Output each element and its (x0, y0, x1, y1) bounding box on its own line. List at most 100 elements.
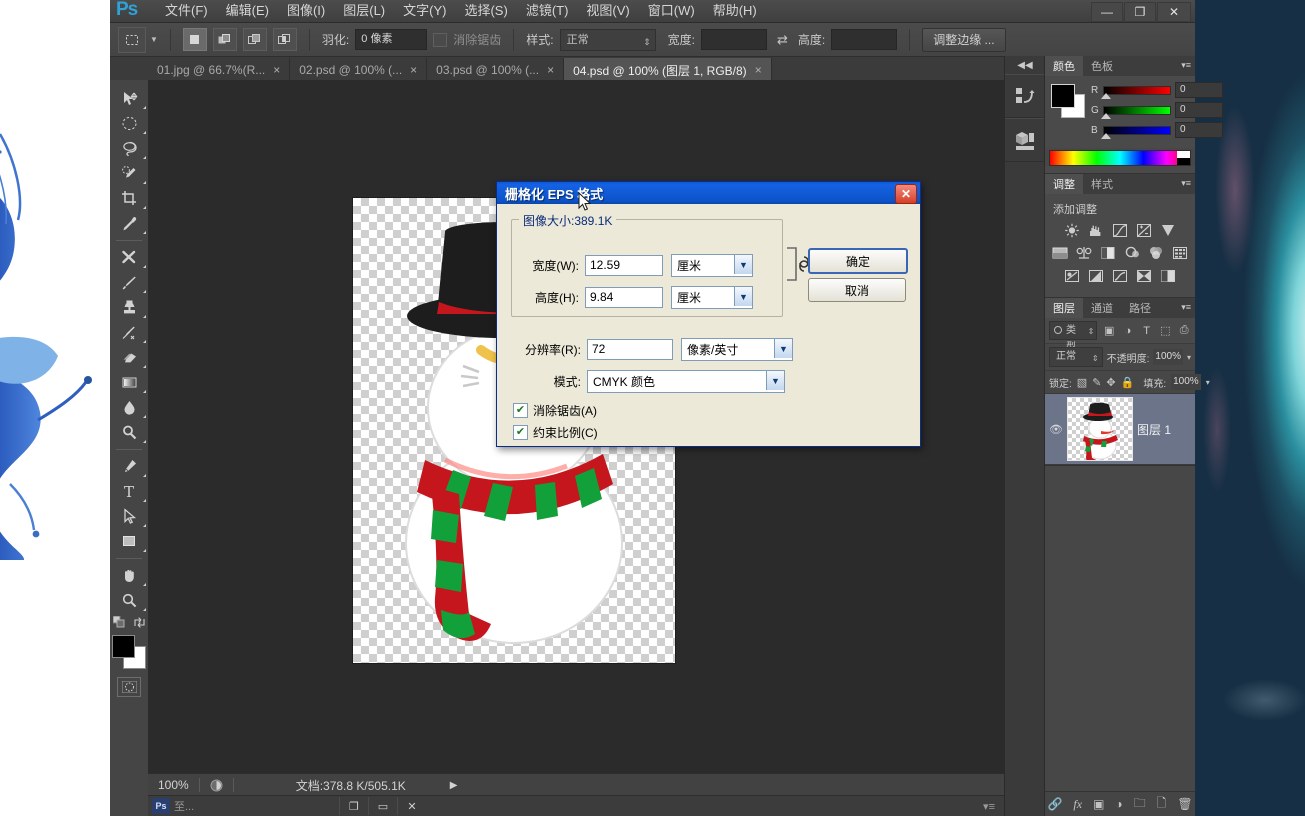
mode-select[interactable]: CMYK 颜色 ▼ (587, 370, 785, 393)
hue-saturation-icon[interactable] (1052, 245, 1069, 261)
adjustment-filter-icon[interactable]: ◑ (1121, 325, 1135, 337)
menu-filter[interactable]: 滤镜(T) (517, 0, 578, 22)
width-input[interactable] (700, 29, 767, 50)
menu-image[interactable]: 图像(I) (278, 0, 334, 22)
green-slider[interactable] (1101, 105, 1171, 119)
constrain-proportions-checkbox-row[interactable]: ✔ 约束比例(C) (513, 424, 598, 441)
resolution-input[interactable]: 72 (587, 339, 673, 360)
minimize-button[interactable]: — (1091, 2, 1123, 22)
close-icon[interactable]: × (410, 63, 417, 77)
scroll-menu-icon[interactable]: ▾≡ (983, 800, 995, 813)
status-expand-arrow-icon[interactable]: ▶ (450, 780, 458, 791)
opacity-value[interactable]: 100% (1153, 349, 1183, 365)
gradient-tool[interactable] (110, 370, 148, 395)
menu-select[interactable]: 选择(S) (455, 0, 516, 22)
dialog-close-button[interactable]: ✕ (895, 184, 917, 204)
shape-filter-icon[interactable]: ⬚ (1159, 324, 1173, 337)
3d-panel-icon[interactable] (1005, 118, 1045, 162)
lock-position-icon[interactable]: ✥ (1106, 376, 1115, 389)
tab-03-psd[interactable]: 03.psd @ 100% (... × (427, 58, 565, 82)
lasso-tool[interactable] (110, 136, 148, 161)
layer-row[interactable]: 👁 图层 1 (1045, 393, 1195, 465)
antialias-checkbox[interactable]: ✔ (513, 403, 528, 418)
selective-color-icon[interactable] (1136, 268, 1153, 284)
brightness-contrast-icon[interactable] (1064, 222, 1081, 238)
swap-colors-icon[interactable] (133, 616, 146, 629)
lock-all-icon[interactable]: 🔒 (1121, 376, 1135, 389)
new-layer-icon[interactable]: 🗋 (1157, 794, 1167, 815)
width-unit-select[interactable]: 厘米 ▼ (671, 254, 753, 277)
add-to-selection-button[interactable] (212, 28, 237, 51)
antialias-checkbox[interactable] (433, 32, 448, 47)
foreground-color-swatch[interactable] (112, 635, 135, 658)
layer-visibility-icon[interactable]: 👁 (1049, 423, 1063, 436)
rasterize-eps-dialog[interactable]: 栅格化 EPS 格式 ✕ 图像大小:389.1K 宽度(W): 12.59 厘米… (496, 181, 921, 447)
gradient-map-icon[interactable] (1112, 268, 1129, 284)
width-input[interactable]: 12.59 (585, 255, 663, 276)
invert-icon[interactable] (1064, 268, 1081, 284)
move-tool[interactable] (110, 86, 148, 111)
blur-tool[interactable] (110, 395, 148, 420)
curves-icon[interactable] (1112, 222, 1129, 238)
blend-mode-select[interactable]: 正常 (1049, 347, 1103, 368)
layer-style-icon[interactable]: fx (1073, 797, 1082, 812)
panel-menu-icon[interactable]: ▾≡ (1181, 60, 1191, 71)
color-balance-icon[interactable] (1076, 245, 1093, 261)
layer-thumbnail[interactable] (1067, 397, 1133, 461)
fill-value[interactable]: 100% (1171, 374, 1201, 390)
close-icon[interactable]: × (755, 63, 762, 77)
cancel-button[interactable]: 取消 (808, 278, 906, 302)
eraser-tool[interactable] (110, 345, 148, 370)
green-value[interactable]: 0 (1175, 102, 1223, 118)
tab-channels[interactable]: 通道 (1083, 298, 1121, 318)
tab-color[interactable]: 颜色 (1045, 56, 1083, 76)
close-button[interactable]: ✕ (1157, 2, 1191, 22)
new-group-icon[interactable]: 🗀 (1134, 794, 1146, 815)
menu-file[interactable]: 文件(F) (156, 0, 217, 22)
height-input[interactable] (831, 29, 898, 50)
posterize-icon[interactable] (1172, 245, 1189, 261)
color-swatches[interactable] (112, 635, 146, 669)
zoom-level[interactable]: 100% (158, 778, 189, 792)
feather-input[interactable]: 0 像素 (355, 29, 428, 50)
crop-tool[interactable] (110, 186, 148, 211)
height-input[interactable]: 9.84 (585, 287, 663, 308)
tab-styles[interactable]: 样式 (1083, 174, 1121, 194)
healing-brush-tool[interactable] (110, 245, 148, 270)
exposure-icon[interactable] (1136, 222, 1153, 238)
collapse-panels-button[interactable]: ◀◀ (1005, 56, 1045, 74)
menu-view[interactable]: 视图(V) (577, 0, 638, 22)
tab-02-psd[interactable]: 02.psd @ 100% (... × (290, 58, 428, 82)
vibrance-icon[interactable] (1160, 222, 1177, 238)
panel-menu-icon[interactable]: ▾≡ (1181, 178, 1191, 189)
blue-slider[interactable] (1101, 125, 1171, 139)
tab-01-jpg[interactable]: 01.jpg @ 66.7%(R... × (148, 58, 291, 82)
doc-maximize-button[interactable]: ▭ (367, 797, 397, 815)
mini-bridge-icon[interactable] (1005, 74, 1045, 118)
tab-04-psd[interactable]: 04.psd @ 100% (图层 1, RGB/8) × (564, 58, 772, 82)
black-white-icon[interactable] (1100, 245, 1117, 261)
opacity-chevron-down-icon[interactable]: ▾ (1187, 353, 1191, 362)
document-info-icon[interactable] (210, 779, 223, 792)
eyedropper-tool[interactable] (110, 211, 148, 236)
tab-layers[interactable]: 图层 (1045, 298, 1083, 318)
doc-close-button[interactable]: ✕ (396, 797, 426, 815)
tab-adjustments[interactable]: 调整 (1045, 174, 1083, 194)
tool-preset-chevron-down-icon[interactable]: ▼ (150, 35, 158, 44)
horizontal-type-tool[interactable]: T (110, 479, 148, 504)
red-slider[interactable] (1101, 85, 1171, 99)
channel-mixer-icon[interactable] (1148, 245, 1165, 261)
white-black-swatch[interactable] (1177, 151, 1190, 165)
fill-chevron-down-icon[interactable]: ▾ (1206, 378, 1210, 387)
dodge-tool[interactable] (110, 420, 148, 445)
layer-mask-icon[interactable]: ▣ (1093, 797, 1104, 811)
doc-restore-button[interactable]: ❐ (338, 797, 368, 815)
layer-name[interactable]: 图层 1 (1137, 421, 1171, 438)
constrain-proportions-checkbox[interactable]: ✔ (513, 425, 528, 440)
red-value[interactable]: 0 (1175, 82, 1223, 98)
brush-tool[interactable] (110, 270, 148, 295)
quick-mask-icon[interactable] (117, 677, 141, 697)
clone-stamp-tool[interactable] (110, 295, 148, 320)
ok-button[interactable]: 确定 (808, 248, 908, 274)
menu-edit[interactable]: 编辑(E) (217, 0, 278, 22)
